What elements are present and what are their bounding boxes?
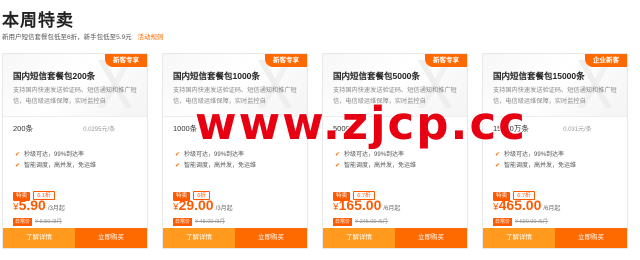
card-tag: 新客专享 [265, 54, 307, 67]
feature-list: ✔ 秒级可达，99%到达率 ✔ 智能调度，高并发，免运维 [335, 150, 416, 172]
feature-item: ✔ 秒级可达，99%到达率 [15, 152, 85, 158]
original-price-tag: 日常价 [493, 218, 513, 226]
check-icon: ✔ [335, 152, 341, 158]
original-price: ¥ 9.50 /3月 [35, 219, 62, 225]
price-row: ¥465.00/6月起 [493, 197, 560, 215]
card-divider [3, 116, 147, 117]
buy-now-button[interactable]: 立即购买 [395, 228, 467, 248]
price-amount: 465.00 [498, 197, 542, 213]
original-price-tag: 日常价 [333, 218, 353, 226]
spec-quantity: 200条 [13, 124, 34, 133]
feature-list: ✔ 秒级可达，99%到达率 ✔ 智能调度，高并发，免运维 [15, 150, 96, 172]
learn-more-button[interactable]: 了解详情 [483, 228, 555, 248]
original-price: ¥ 245.00 /6月 [355, 219, 389, 225]
product-card: 企业新客 国内短信套餐包15000条 支持国内快速发送验证码、短信通知和推广短信… [482, 53, 628, 249]
feature-item: ✔ 秒级可达，99%到达率 [175, 152, 245, 158]
card-title: 国内短信套餐包5000条 [333, 71, 420, 81]
check-icon: ✔ [175, 163, 181, 169]
page-title: 本周特卖 [2, 11, 74, 30]
product-card: 新客专享 国内短信套餐包200条 支持国内快速发送验证码、短信通知和推广短信，电… [2, 53, 148, 249]
feature-item: ✔ 秒级可达，99%到达率 [335, 152, 405, 158]
original-price-tag: 日常价 [173, 218, 193, 226]
price-amount: 165.00 [338, 197, 382, 213]
price-amount: 29.00 [178, 197, 214, 213]
buy-now-button[interactable]: 立即购买 [75, 228, 147, 248]
original-price-row: 日常价 ¥ 9.50 /3月 [13, 217, 62, 226]
learn-more-button[interactable]: 了解详情 [323, 228, 395, 248]
price-row: ¥165.00/6月起 [333, 197, 400, 215]
price-row: ¥29.00/3月起 [173, 197, 233, 215]
card-tag: 企业新客 [585, 54, 627, 67]
original-price-row: 日常价 ¥ 690.00 /6月 [493, 217, 548, 226]
product-card: 新客专享 国内短信套餐包5000条 支持国内快速发送验证码、短信通知和推广短信，… [322, 53, 468, 249]
card-actions: 了解详情 立即购买 [3, 228, 147, 248]
check-icon: ✔ [15, 152, 21, 158]
rules-link[interactable]: 活动规则 [137, 34, 163, 41]
card-title: 国内短信套餐包15000条 [493, 71, 585, 81]
feature-item: ✔ 秒级可达，99%到达率 [495, 152, 565, 158]
price-row: ¥5.90/3月起 [13, 197, 65, 215]
original-price-row: 日常价 ¥ 48.00 /3月 [173, 217, 225, 226]
spec-unit-price: 0.031元/条 [563, 127, 592, 133]
price-suffix: /6月起 [543, 206, 561, 212]
check-icon: ✔ [15, 163, 21, 169]
card-title: 国内短信套餐包200条 [13, 71, 96, 81]
learn-more-button[interactable]: 了解详情 [3, 228, 75, 248]
learn-more-button[interactable]: 了解详情 [163, 228, 235, 248]
feature-item: ✔ 智能调度，高并发，免运维 [495, 163, 577, 169]
card-description: 支持国内快速发送验证码、短信通知和推广短信，电信级运维保障，实时监控自 [13, 87, 137, 105]
product-card: 新客专享 国内短信套餐包1000条 支持国内快速发送验证码、短信通知和推广短信，… [162, 53, 308, 249]
check-icon: ✔ [495, 163, 501, 169]
buy-now-button[interactable]: 立即购买 [235, 228, 307, 248]
price-suffix: /3月起 [47, 206, 65, 212]
original-price: ¥ 48.00 /3月 [195, 219, 225, 225]
feature-item: ✔ 智能调度，高并发，免运维 [15, 163, 97, 169]
product-cards: 新客专享 国内短信套餐包200条 支持国内快速发送验证码、短信通知和推广短信，电… [2, 53, 638, 250]
original-price: ¥ 690.00 /6月 [515, 219, 549, 225]
card-tag: 新客专享 [105, 54, 147, 67]
original-price-row: 日常价 ¥ 245.00 /6月 [333, 217, 388, 226]
feature-item: ✔ 智能调度，高并发，免运维 [335, 163, 417, 169]
subtitle-text: 新用户短信套餐包低至6折，新手包低至5.9元 [2, 34, 132, 41]
buy-now-button[interactable]: 立即购买 [555, 228, 627, 248]
card-tag: 新客专享 [425, 54, 467, 67]
price-amount: 5.90 [18, 197, 46, 213]
page-subtitle: 新用户短信套餐包低至6折，新手包低至5.9元 活动规则 [2, 31, 163, 41]
watermark-text: www.zjcp.cc [195, 97, 527, 150]
check-icon: ✔ [495, 152, 501, 158]
feature-item: ✔ 智能调度，高并发，免运维 [175, 163, 257, 169]
price-suffix: /6月起 [383, 206, 401, 212]
feature-list: ✔ 秒级可达，99%到达率 ✔ 智能调度，高并发，免运维 [495, 150, 576, 172]
original-price-tag: 日常价 [13, 218, 33, 226]
spec-unit-price: 0.0295元/条 [83, 127, 116, 133]
card-actions: 了解详情 立即购买 [323, 228, 467, 248]
feature-list: ✔ 秒级可达，99%到达率 ✔ 智能调度，高并发，免运维 [175, 150, 256, 172]
price-suffix: /3月起 [215, 206, 233, 212]
card-actions: 了解详情 立即购买 [483, 228, 627, 248]
spec-row[interactable]: 200条 0.0295元/条 [13, 123, 115, 134]
check-icon: ✔ [335, 163, 341, 169]
check-icon: ✔ [175, 152, 181, 158]
card-actions: 了解详情 立即购买 [163, 228, 307, 248]
card-title: 国内短信套餐包1000条 [173, 71, 260, 81]
